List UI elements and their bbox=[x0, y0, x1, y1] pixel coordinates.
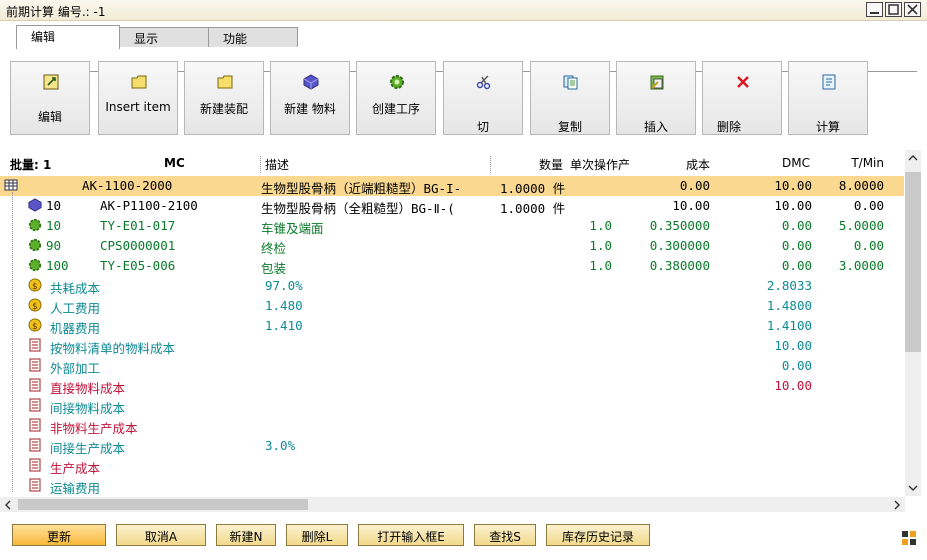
table-row[interactable]: AK-1100-2000 生物型股骨柄（近端粗糙型）BG-I- 1.0000 件… bbox=[0, 176, 904, 196]
table-row[interactable]: $ 人工费用 1.480 1.4800 bbox=[0, 296, 904, 316]
footer-button-bar: 更新 取消A 新建N 删除L 打开输入框E 查找S 库存历史记录 bbox=[0, 518, 927, 560]
cost-grid: 批量: 1 MC 描述 数量 单次操作产 成本 DMC T/Min AK-110… bbox=[0, 148, 904, 496]
grid-header: 批量: 1 MC 描述 数量 单次操作产 成本 DMC T/Min bbox=[0, 154, 904, 173]
doc-icon bbox=[29, 458, 41, 472]
folder-icon bbox=[217, 75, 233, 89]
window-title: 前期计算 编号.: -1 bbox=[6, 5, 106, 19]
doc-icon bbox=[29, 438, 41, 452]
app-logo-icon bbox=[902, 531, 916, 545]
table-row[interactable]: 按物料清单的物料成本 10.00 bbox=[0, 336, 904, 356]
table-row[interactable]: 间接物料成本 bbox=[0, 396, 904, 416]
header-tmin: T/Min bbox=[851, 156, 884, 170]
toolbar: 编辑 Insert item 新建装配 新建 物料 创建工序 切 复制 插入 删… bbox=[10, 59, 920, 137]
table-icon bbox=[4, 179, 18, 191]
tab-edit[interactable]: 编辑 bbox=[16, 25, 120, 49]
cancel-button[interactable]: 取消A bbox=[116, 524, 206, 546]
svg-text:$: $ bbox=[32, 302, 37, 312]
tab-function[interactable]: 功能 bbox=[208, 27, 298, 47]
close-button[interactable] bbox=[904, 2, 921, 17]
table-row[interactable]: $ 机器费用 1.410 1.4100 bbox=[0, 316, 904, 336]
new-material-button[interactable]: 新建 物料 bbox=[270, 61, 350, 135]
doc-icon bbox=[29, 398, 41, 412]
table-row[interactable]: 生产成本 bbox=[0, 456, 904, 476]
tab-strip: 编辑 显示 功能 bbox=[0, 21, 927, 72]
svg-text:$: $ bbox=[32, 322, 37, 332]
open-input-button[interactable]: 打开输入框E bbox=[358, 524, 464, 546]
horizontal-scroll-thumb[interactable] bbox=[18, 499, 308, 510]
material-cube-icon bbox=[303, 74, 319, 90]
delete-x-icon bbox=[737, 76, 749, 88]
material-cube-icon bbox=[28, 198, 42, 212]
gear-icon bbox=[28, 258, 42, 272]
chevron-down-icon[interactable] bbox=[908, 484, 918, 492]
stock-history-button[interactable]: 库存历史记录 bbox=[546, 524, 650, 546]
doc-icon bbox=[29, 358, 41, 372]
table-row[interactable]: 外部加工 0.00 bbox=[0, 356, 904, 376]
find-button[interactable]: 查找S bbox=[474, 524, 536, 546]
coin-icon: $ bbox=[28, 318, 42, 332]
coin-icon: $ bbox=[28, 278, 42, 292]
vertical-scroll-thumb[interactable] bbox=[905, 172, 921, 352]
copy-icon bbox=[563, 75, 578, 90]
maximize-button[interactable] bbox=[885, 2, 902, 17]
header-description: 描述 bbox=[260, 156, 289, 173]
coin-icon: $ bbox=[28, 298, 42, 312]
calc-icon bbox=[822, 74, 836, 90]
header-dmc: DMC bbox=[782, 156, 810, 170]
edit-icon bbox=[43, 74, 59, 90]
table-row[interactable]: 100 TY-E05-006 包装 1.0 0.380000 0.00 3.00… bbox=[0, 256, 904, 276]
insert-item-button[interactable]: Insert item bbox=[98, 61, 178, 135]
chevron-right-icon[interactable] bbox=[893, 500, 901, 510]
cut-button[interactable]: 切 bbox=[443, 61, 523, 135]
table-row[interactable]: 直接物料成本 10.00 bbox=[0, 376, 904, 396]
header-mc: MC bbox=[164, 156, 185, 170]
folder-icon bbox=[131, 75, 147, 89]
copy-button[interactable]: 复制 bbox=[530, 61, 610, 135]
gear-icon bbox=[28, 218, 42, 232]
doc-icon bbox=[29, 478, 41, 492]
title-bar: 前期计算 编号.: -1 bbox=[0, 0, 927, 21]
create-operation-button[interactable]: 创建工序 bbox=[356, 61, 436, 135]
doc-icon bbox=[29, 338, 41, 352]
doc-icon bbox=[29, 418, 41, 432]
scissors-icon bbox=[476, 75, 491, 90]
paste-icon bbox=[650, 75, 664, 90]
table-row[interactable]: 间接生产成本 3.0% bbox=[0, 436, 904, 456]
chevron-up-icon[interactable] bbox=[908, 154, 918, 162]
table-row[interactable]: 非物料生产成本 bbox=[0, 416, 904, 436]
header-batch-qty: 批量: 1 bbox=[10, 158, 52, 172]
svg-text:$: $ bbox=[32, 282, 37, 292]
new-assembly-button[interactable]: 新建装配 bbox=[184, 61, 264, 135]
minimize-button[interactable] bbox=[866, 2, 883, 17]
vertical-scrollbar[interactable] bbox=[905, 150, 921, 496]
delete-line-button[interactable]: 删除L bbox=[286, 524, 348, 546]
gear-icon bbox=[28, 238, 42, 252]
table-row[interactable]: 10 AK-P1100-2100 生物型股骨柄（全粗糙型）BG-Ⅱ-( 1.00… bbox=[0, 196, 904, 216]
tab-display[interactable]: 显示 bbox=[119, 27, 209, 47]
horizontal-scrollbar[interactable] bbox=[0, 497, 905, 512]
doc-icon bbox=[29, 378, 41, 392]
table-row[interactable]: 运输费用 bbox=[0, 476, 904, 496]
header-unit-op: 单次操作产 bbox=[570, 158, 631, 172]
delete-button[interactable]: 删除 bbox=[702, 61, 782, 135]
gear-icon bbox=[390, 75, 404, 89]
table-row[interactable]: $ 共耗成本 97.0% 2.8033 bbox=[0, 276, 904, 296]
edit-button[interactable]: 编辑 bbox=[10, 61, 90, 135]
calculate-button[interactable]: 计算 bbox=[788, 61, 868, 135]
header-cost: 成本 bbox=[685, 158, 710, 172]
update-button[interactable]: 更新 bbox=[12, 524, 106, 546]
new-button[interactable]: 新建N bbox=[216, 524, 276, 546]
table-row[interactable]: 90 CPS0000001 终检 1.0 0.300000 0.00 0.00 bbox=[0, 236, 904, 256]
chevron-left-icon[interactable] bbox=[4, 500, 12, 510]
table-row[interactable]: 10 TY-E01-017 车锥及端面 1.0 0.350000 0.00 5.… bbox=[0, 216, 904, 236]
header-amount: 数量 bbox=[490, 156, 563, 173]
